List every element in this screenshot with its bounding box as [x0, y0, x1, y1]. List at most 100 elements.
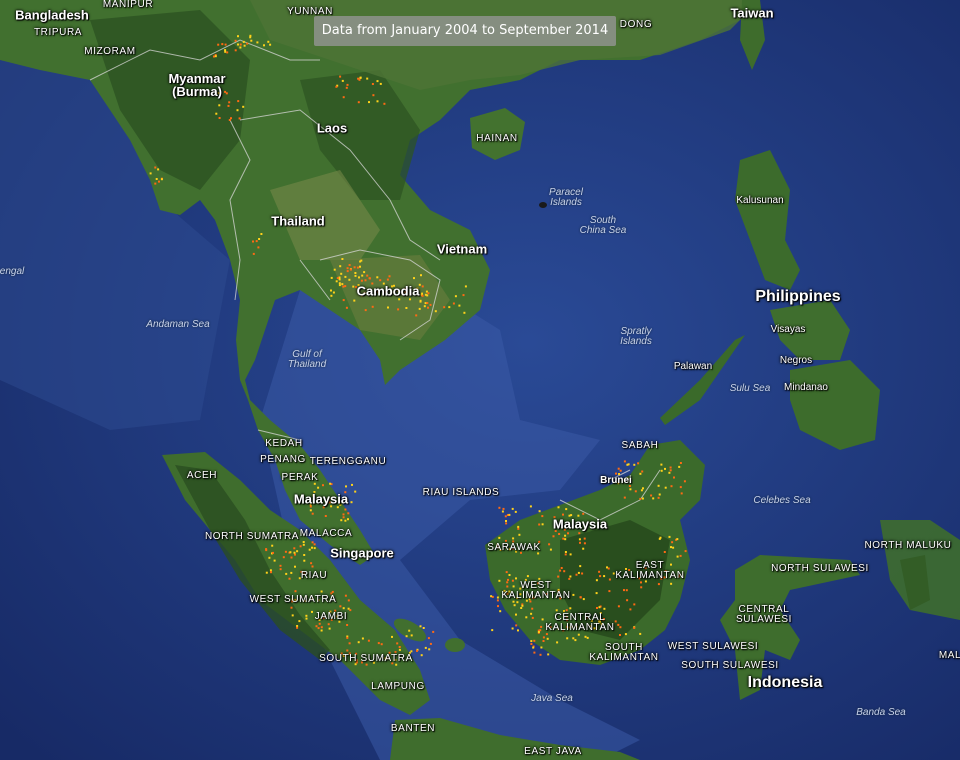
fire-point [311, 541, 314, 544]
fire-point [267, 40, 270, 43]
map-imagery [0, 0, 960, 760]
fire-point [272, 551, 274, 554]
fire-point [429, 642, 432, 645]
fire-point [623, 460, 626, 463]
fire-point [395, 663, 398, 666]
label-aceh: ACEH [186, 470, 218, 481]
fire-point [256, 41, 259, 44]
fire-point [376, 100, 379, 103]
fire-point [633, 603, 636, 606]
fire-point [448, 306, 451, 309]
fire-point [555, 609, 558, 612]
fire-point [568, 577, 571, 580]
fire-point [663, 551, 666, 553]
paracel-dot [539, 202, 547, 208]
fire-point [367, 639, 370, 642]
fire-point [346, 267, 349, 270]
label-west-sumatra: WEST SUMATRA [249, 594, 337, 605]
fire-point [238, 117, 241, 120]
fire-point [398, 648, 401, 651]
fire-point [504, 515, 507, 518]
fire-point [344, 275, 347, 278]
fire-point [338, 278, 341, 281]
fire-point [371, 305, 374, 308]
fire-point [548, 543, 551, 546]
fire-point [490, 595, 493, 598]
fire-point [569, 607, 572, 610]
fire-point [342, 516, 345, 519]
fire-point [356, 266, 359, 269]
label-riau: RIAU [300, 570, 328, 581]
fire-point [514, 510, 517, 513]
fire-point [315, 625, 318, 628]
fire-point [640, 581, 642, 584]
fire-point [329, 482, 332, 485]
label-singapore: Singapore [330, 545, 394, 561]
fire-point [498, 579, 501, 582]
label-west-sulawesi: WEST SULAWESI [667, 641, 759, 652]
fire-point [339, 265, 342, 268]
fire-point [311, 546, 313, 549]
fire-point [290, 606, 293, 609]
fire-point [670, 485, 673, 488]
fire-point [531, 607, 534, 610]
label-visayas: Visayas [770, 324, 806, 335]
fire-point [642, 487, 644, 490]
fire-point [331, 590, 334, 593]
fire-point [347, 512, 350, 515]
label-central-sulawesi: CENTRAL SULAWESI [735, 604, 793, 625]
fire-point [257, 246, 260, 249]
fire-point [396, 642, 399, 645]
label-banda-sea: Banda Sea [856, 707, 906, 718]
fire-point [679, 462, 682, 464]
fire-point [542, 640, 545, 642]
fire-point [413, 277, 415, 280]
fire-point [347, 599, 350, 602]
fire-point [496, 596, 499, 599]
fire-point [364, 279, 367, 282]
fire-point [562, 513, 564, 516]
fire-point [340, 272, 343, 275]
fire-point [565, 609, 568, 612]
fire-point [623, 496, 626, 499]
label-negros: Negros [779, 355, 813, 366]
fire-point [214, 55, 217, 58]
fire-point [363, 271, 366, 274]
fire-point [221, 43, 224, 46]
fire-point [308, 548, 311, 551]
fire-point [342, 513, 345, 516]
fire-point [683, 480, 686, 483]
fire-point [582, 547, 585, 550]
fire-point [497, 605, 499, 608]
fire-point [578, 538, 581, 541]
fire-point [564, 538, 567, 541]
satellite-map[interactable]: Data from January 2004 to September 2014… [0, 0, 960, 760]
fire-point [670, 546, 672, 549]
label-kedah: KEDAH [265, 438, 303, 449]
fire-point [359, 76, 362, 79]
fire-point [358, 276, 360, 279]
fire-point [359, 265, 361, 268]
fire-point [346, 636, 349, 639]
fire-point [386, 278, 389, 281]
fire-point [379, 82, 382, 85]
fire-point [533, 651, 536, 654]
fire-point [302, 543, 305, 546]
fire-point [669, 466, 672, 469]
fire-point [224, 43, 227, 46]
fire-point [303, 559, 306, 562]
fire-point [328, 627, 331, 630]
label-perak: PERAK [281, 472, 319, 483]
label-guangdong: DONG [619, 19, 653, 30]
fire-point [313, 547, 316, 550]
label-thailand: Thailand [271, 213, 325, 229]
fire-point [673, 476, 675, 479]
label-yunnan: YUNNAN [287, 6, 333, 17]
fire-point [427, 292, 430, 295]
fire-point [658, 493, 661, 496]
fire-point [344, 519, 347, 522]
fire-point [498, 506, 501, 509]
fire-point [155, 178, 158, 180]
fire-point [577, 571, 580, 574]
fire-point [603, 607, 606, 610]
